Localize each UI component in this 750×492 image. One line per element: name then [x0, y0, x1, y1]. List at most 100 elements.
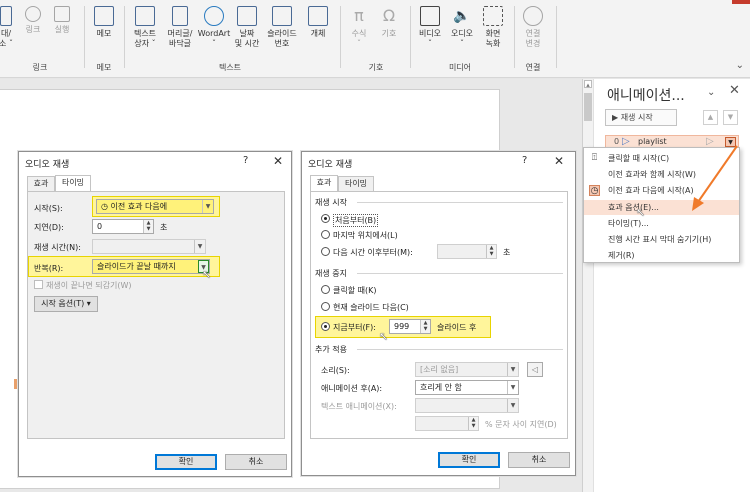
move-down-icon[interactable]: ▼ — [723, 110, 738, 125]
ribbon-action-button[interactable]: 실행 — [50, 4, 74, 35]
menu-item-start-with-previous[interactable]: 이전 효과와 함께 시작(W) — [584, 167, 739, 182]
group-label-memo: 메모 — [96, 63, 112, 72]
ribbon-wordart-button[interactable]: WordArt ˇ — [196, 4, 232, 49]
delay-between-letters-label: % 문자 사이 지연(D) — [485, 420, 557, 429]
group-separator — [124, 6, 125, 68]
delay-between-letters-input[interactable]: ▲ ▼ — [415, 416, 479, 431]
help-button[interactable]: ? — [522, 155, 527, 166]
collapse-ribbon-chevron-icon[interactable]: ⌄ — [736, 60, 744, 71]
after-slides-input[interactable]: 999 ▲ ▼ — [389, 319, 431, 334]
menu-item-remove[interactable]: 제거(R) — [584, 248, 739, 263]
sound-select[interactable]: [소리 없음] ▼ — [415, 362, 519, 377]
repeat-select[interactable]: 슬라이드가 끝날 때까지 ▼ — [92, 259, 210, 274]
ribbon-equation-button[interactable]: π 수식 ˇ — [346, 4, 372, 49]
omega-icon: Ω — [382, 6, 396, 25]
cancel-button[interactable]: 취소 — [225, 454, 287, 470]
menu-item-timing[interactable]: 타이밍(T)... — [584, 216, 739, 231]
radio-after-slides[interactable] — [321, 322, 330, 331]
screen-record-icon — [483, 6, 503, 26]
section-divider — [357, 202, 563, 203]
cancel-button[interactable]: 취소 — [508, 452, 570, 468]
label-on-click: 클릭할 때(K) — [333, 286, 377, 295]
timeline-marker-icon: ▷ — [706, 136, 714, 147]
ribbon-header-footer-button[interactable]: 머리글/ 바닥글 — [162, 4, 198, 49]
textbox-icon — [135, 6, 155, 26]
move-up-icon[interactable]: ▲ — [703, 110, 718, 125]
rewind-checkbox[interactable] — [34, 280, 43, 289]
help-button[interactable]: ? — [243, 155, 248, 166]
ribbon-table-button[interactable]: 대/ 소 ˇ — [0, 4, 16, 49]
ribbon-link-button[interactable]: 링크 — [22, 4, 44, 35]
start-label: 시작(S): — [34, 204, 63, 213]
section-stop-playing: 재생 중지 — [315, 269, 347, 278]
scroll-up-icon[interactable]: ▴ — [584, 80, 592, 89]
radio-from-last-position[interactable] — [321, 230, 330, 239]
close-button[interactable]: ✕ — [273, 154, 283, 168]
section-enhancements: 추가 적용 — [315, 345, 347, 354]
tab-effect[interactable]: 효과 — [310, 175, 338, 192]
ribbon-video-button[interactable]: 비디오 ˇ — [414, 4, 446, 49]
start-select[interactable]: ◷ 이전 효과 다음에 ▼ — [96, 199, 214, 214]
ribbon-slide-number-button[interactable]: 슬라이드 번호 — [262, 4, 302, 49]
triggers-button[interactable]: 시작 옵션(T) ▾ — [34, 296, 98, 312]
radio-after-current-slide[interactable] — [321, 302, 330, 311]
menu-item-start-on-click[interactable]: ⍐ 클릭할 때 시작(C) — [584, 151, 739, 166]
tab-effect[interactable]: 효과 — [27, 176, 55, 192]
vertical-scrollbar[interactable]: ▴ — [583, 79, 594, 492]
radio-from-time[interactable] — [321, 247, 330, 256]
radio-from-beginning[interactable] — [321, 214, 330, 223]
close-button[interactable]: ✕ — [554, 154, 564, 168]
ribbon-screen-recording-button[interactable]: 화면 녹화 — [478, 4, 508, 49]
animate-text-select[interactable]: ▼ — [415, 398, 519, 413]
pane-close-icon[interactable]: ✕ — [729, 83, 740, 98]
play-effect-icon: ▷ — [622, 136, 630, 147]
link-icon — [25, 6, 41, 22]
calendar-icon — [237, 6, 257, 26]
label-after-slides: 지금부터(F): — [333, 323, 376, 332]
ribbon-symbol-button[interactable]: Ω 기호 — [376, 4, 402, 39]
mouse-cursor-icon: ↖ — [379, 330, 389, 343]
header-footer-icon — [172, 6, 188, 26]
delay-spinner[interactable]: ▲ ▼ — [143, 220, 153, 233]
mouse-cursor-icon: ↖ — [636, 206, 646, 219]
tab-timing[interactable]: 타이밍 — [338, 176, 374, 192]
animate-text-label: 텍스트 애니메이션(X): — [321, 402, 397, 411]
animation-dropdown-icon[interactable]: ▼ — [725, 137, 736, 147]
from-time-spinner[interactable]: ▲ ▼ — [486, 245, 496, 258]
after-animation-select[interactable]: 흐리게 안 함 ▼ — [415, 380, 519, 395]
speaker-icon[interactable]: ◁ — [527, 362, 543, 377]
menu-item-hide-timeline[interactable]: 진행 시간 표시 막대 숨기기(H) — [584, 232, 739, 247]
sound-label: 소리(S): — [321, 366, 350, 375]
delay-input[interactable]: 0 ▲ ▼ — [92, 219, 154, 234]
ribbon-connect-button[interactable]: 연결 변경 — [518, 4, 548, 49]
circle-icon — [523, 6, 543, 26]
after-slides-spinner[interactable]: ▲ ▼ — [420, 320, 430, 333]
play-from-button[interactable]: ▶ 재생 시작 — [605, 109, 677, 126]
ok-button[interactable]: 확인 — [438, 452, 500, 468]
ribbon-object-button[interactable]: 개체 — [304, 4, 332, 39]
from-time-input[interactable]: ▲ ▼ — [437, 244, 497, 259]
animation-index: 0 — [614, 137, 620, 146]
ribbon-textbox-button[interactable]: 텍스트 상자 ˇ — [128, 4, 162, 49]
menu-item-start-after-previous[interactable]: ◷ 이전 효과 다음에 시작(A) — [584, 183, 739, 198]
label-from-beginning: 처음부터(B) — [333, 214, 379, 227]
delay-between-spinner[interactable]: ▲ ▼ — [468, 417, 478, 430]
label-from-last-position: 마지막 위치에서(L) — [333, 231, 398, 240]
scroll-thumb[interactable] — [584, 93, 592, 121]
ribbon-audio-button[interactable]: 🔈 오디오 ˇ — [446, 4, 478, 49]
window-close-strip[interactable] — [732, 0, 750, 4]
group-separator — [84, 6, 85, 68]
tab-content: 시작(S): ◷ 이전 효과 다음에 ▼ 지연(D): 0 ▲ ▼ 초 재생 시간… — [27, 191, 285, 439]
section-divider — [357, 273, 563, 274]
tab-timing[interactable]: 타이밍 — [55, 175, 91, 192]
ok-button[interactable]: 확인 — [155, 454, 217, 470]
pane-options-chevron-icon[interactable]: ⌄ — [707, 87, 715, 98]
group-separator — [410, 6, 411, 68]
ribbon-datetime-button[interactable]: 날짜 및 시간 — [232, 4, 262, 49]
group-label-media: 미디어 — [448, 63, 472, 72]
ribbon-memo-button[interactable]: 메모 — [90, 4, 118, 39]
group-label-text: 텍스트 — [218, 63, 242, 72]
radio-on-click[interactable] — [321, 285, 330, 294]
duration-select[interactable]: ▼ — [92, 239, 206, 254]
menu-item-effect-options[interactable]: 효과 옵션(E)... — [584, 200, 739, 215]
